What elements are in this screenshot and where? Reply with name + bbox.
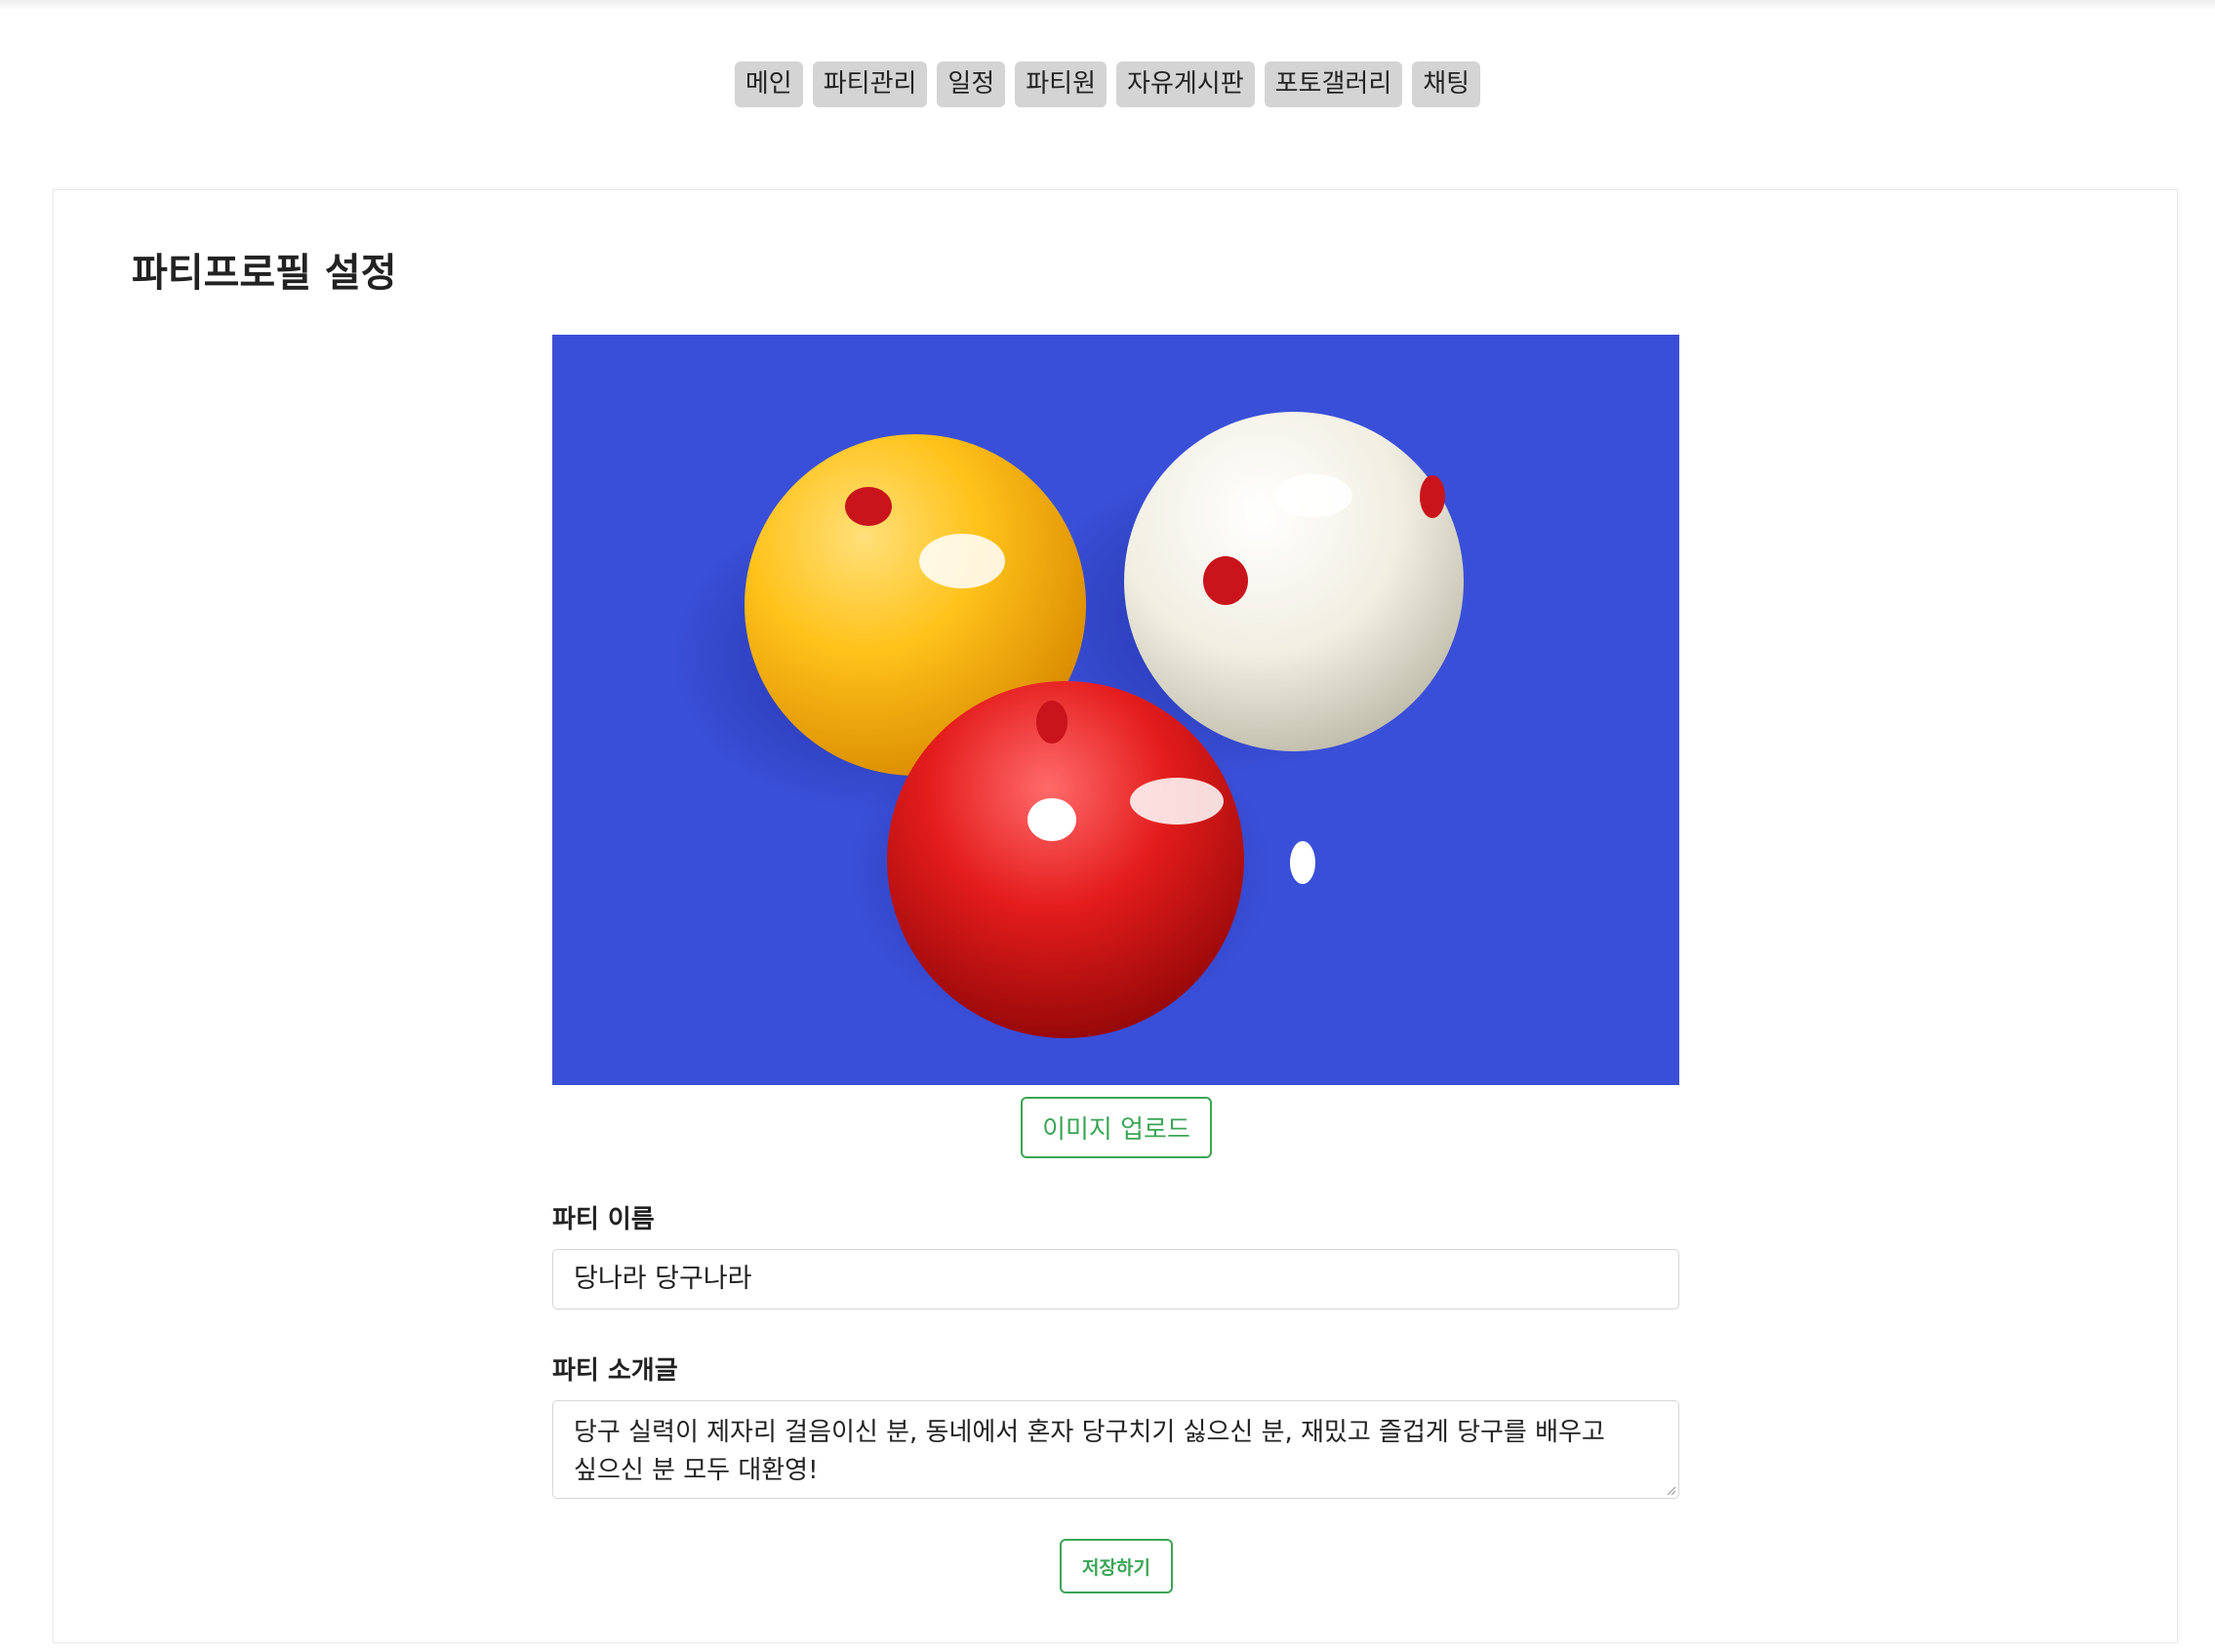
save-button[interactable]: 저장하기 <box>1060 1539 1173 1593</box>
page-title: 파티프로필 설정 <box>132 251 397 296</box>
party-name-label: 파티 이름 <box>552 1205 655 1234</box>
party-name-input[interactable]: 당나라 당구나라 <box>552 1249 1679 1310</box>
profile-settings-card: 파티프로필 설정 이미지 업로드 파티 이름 당나라 당구나라 파티 소개글 당… <box>53 189 2178 1643</box>
nav-item-gallery[interactable]: 포토갤러리 <box>1264 61 1403 107</box>
party-description-text: 당구 실력이 제자리 걸음이신 분, 동네에서 혼자 당구치기 싫으신 분, 재… <box>574 1418 1605 1485</box>
nav-item-members[interactable]: 파티원 <box>1015 61 1108 107</box>
nav-item-board[interactable]: 자유게시판 <box>1116 61 1255 107</box>
resize-handle-icon[interactable] <box>1665 1484 1676 1496</box>
top-shadow <box>0 0 2215 10</box>
nav-item-party-manage[interactable]: 파티관리 <box>812 61 928 107</box>
party-description-label: 파티 소개글 <box>552 1356 678 1386</box>
main-nav: 메인 파티관리 일정 파티원 자유게시판 포토갤러리 채팅 <box>0 61 2215 107</box>
party-description-textarea[interactable]: 당구 실력이 제자리 걸음이신 분, 동네에서 혼자 당구치기 싫으신 분, 재… <box>552 1400 1679 1499</box>
party-profile-image <box>552 335 1679 1085</box>
upload-image-button[interactable]: 이미지 업로드 <box>1021 1097 1212 1158</box>
nav-item-main[interactable]: 메인 <box>734 61 803 107</box>
nav-item-chat[interactable]: 채팅 <box>1412 61 1481 107</box>
nav-item-schedule[interactable]: 일정 <box>937 61 1006 107</box>
